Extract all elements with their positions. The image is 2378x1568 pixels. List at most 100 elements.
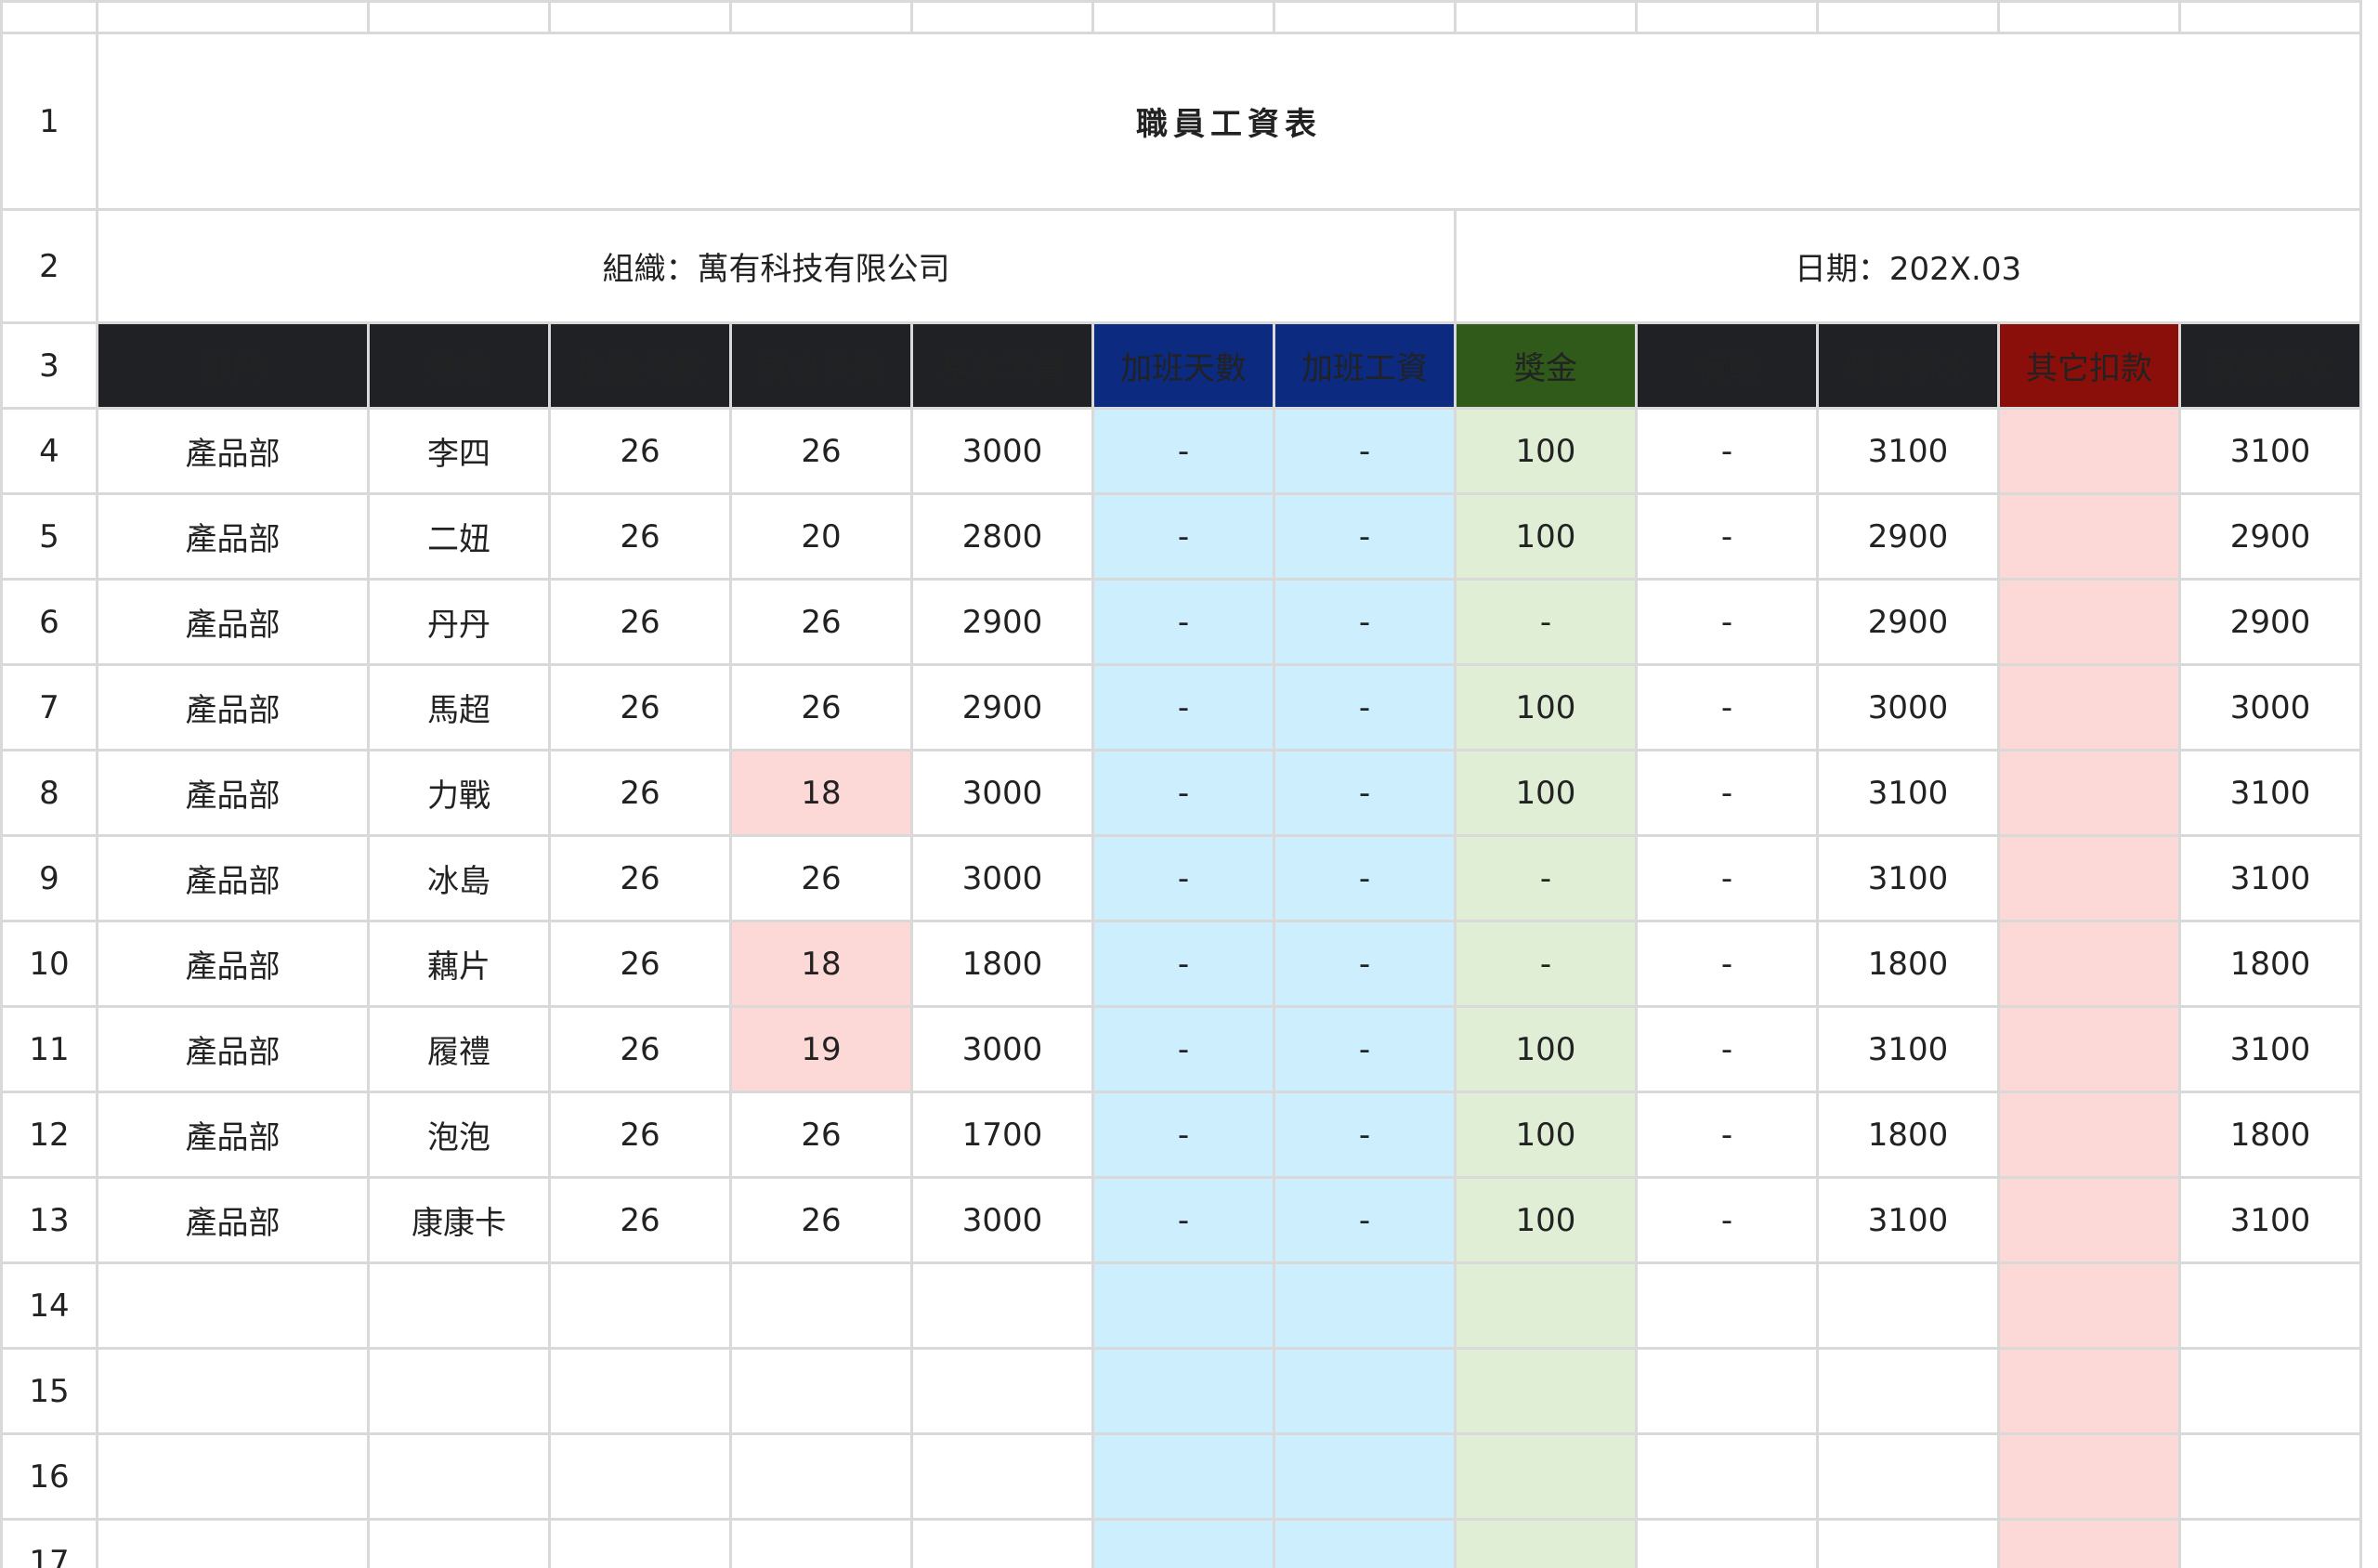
row-number[interactable]: 17 [0,1518,98,1568]
cell-department[interactable] [96,1347,370,1435]
cell-name[interactable]: 馬超 [367,663,551,751]
cell-bonus[interactable]: - [1454,920,1638,1008]
cell-overtime-days[interactable] [1091,1432,1275,1521]
cell-other-deductions[interactable] [1997,407,2181,495]
cell-attendance-days[interactable] [548,1347,732,1435]
cell-base-salary[interactable]: 2900 [910,578,1094,666]
cell-base-salary[interactable]: 1700 [910,1091,1094,1179]
column-header-cell[interactable] [2178,0,2362,34]
cell-overtime-pay[interactable] [1273,1347,1457,1435]
sheet-title[interactable]: 職員工資表 [96,32,2362,211]
row-number[interactable]: 12 [0,1091,98,1179]
header-subsidy[interactable]: 補貼 [1635,321,1819,410]
cell-other-deductions[interactable] [1997,1176,2181,1264]
cell-other-deductions[interactable] [1997,1005,2181,1093]
cell-actual-days[interactable]: 26 [729,407,913,495]
cell-gross-pay[interactable]: 3100 [1816,1005,2000,1093]
cell-department[interactable]: 產品部 [96,1005,370,1093]
cell-overtime-days[interactable] [1091,1347,1275,1435]
column-header-cell[interactable] [367,0,551,34]
cell-attendance-days[interactable] [548,1261,732,1350]
cell-net-pay[interactable]: 3100 [2178,407,2362,495]
cell-attendance-days[interactable]: 26 [548,1005,732,1093]
cell-subsidy[interactable] [1635,1518,1819,1568]
cell-subsidy[interactable]: - [1635,1091,1819,1179]
cell-overtime-pay[interactable]: - [1273,578,1457,666]
cell-name[interactable]: 冰島 [367,834,551,922]
cell-actual-days[interactable]: 19 [729,1005,913,1093]
cell-subsidy[interactable]: - [1635,492,1819,581]
cell-gross-pay[interactable] [1816,1347,2000,1435]
cell-subsidy[interactable]: - [1635,834,1819,922]
cell-name[interactable] [367,1347,551,1435]
cell-overtime-days[interactable]: - [1091,407,1275,495]
cell-net-pay[interactable]: 3100 [2178,834,2362,922]
cell-other-deductions[interactable] [1997,663,2181,751]
column-header-cell[interactable] [1454,0,1638,34]
row-number[interactable]: 7 [0,663,98,751]
cell-net-pay[interactable]: 3100 [2178,1005,2362,1093]
cell-overtime-pay[interactable]: - [1273,663,1457,751]
cell-net-pay[interactable] [2178,1432,2362,1521]
cell-overtime-days[interactable]: - [1091,920,1275,1008]
row-number[interactable]: 10 [0,920,98,1008]
cell-base-salary[interactable]: 3000 [910,1005,1094,1093]
cell-attendance-days[interactable]: 26 [548,663,732,751]
row-number[interactable]: 13 [0,1176,98,1264]
cell-net-pay[interactable]: 2900 [2178,578,2362,666]
cell-other-deductions[interactable] [1997,749,2181,837]
cell-net-pay[interactable] [2178,1261,2362,1350]
cell-name[interactable] [367,1261,551,1350]
cell-name[interactable]: 藕片 [367,920,551,1008]
cell-name[interactable]: 丹丹 [367,578,551,666]
cell-overtime-pay[interactable]: - [1273,920,1457,1008]
header-actual-days[interactable]: 實出天數 [729,321,913,410]
header-department[interactable]: 部門 [96,321,370,410]
cell-overtime-pay[interactable]: - [1273,1091,1457,1179]
cell-net-pay[interactable]: 3000 [2178,663,2362,751]
row-number[interactable]: 5 [0,492,98,581]
cell-name[interactable] [367,1518,551,1568]
cell-attendance-days[interactable]: 26 [548,407,732,495]
cell-overtime-days[interactable]: - [1091,578,1275,666]
cell-attendance-days[interactable] [548,1518,732,1568]
cell-bonus[interactable] [1454,1432,1638,1521]
column-header-cell[interactable] [1273,0,1457,34]
corner-cell[interactable] [0,0,98,34]
cell-base-salary[interactable] [910,1347,1094,1435]
row-number[interactable]: 9 [0,834,98,922]
cell-bonus[interactable] [1454,1261,1638,1350]
cell-attendance-days[interactable] [548,1432,732,1521]
header-overtime-pay[interactable]: 加班工資 [1273,321,1457,410]
cell-subsidy[interactable] [1635,1347,1819,1435]
cell-actual-days[interactable] [729,1518,913,1568]
cell-overtime-days[interactable]: - [1091,663,1275,751]
cell-base-salary[interactable]: 3000 [910,834,1094,922]
cell-department[interactable]: 產品部 [96,1176,370,1264]
cell-gross-pay[interactable]: 2900 [1816,578,2000,666]
cell-net-pay[interactable]: 3100 [2178,749,2362,837]
cell-other-deductions[interactable] [1997,492,2181,581]
cell-actual-days[interactable]: 20 [729,492,913,581]
cell-gross-pay[interactable]: 3100 [1816,834,2000,922]
row-number[interactable]: 3 [0,321,98,410]
cell-base-salary[interactable] [910,1432,1094,1521]
cell-actual-days[interactable] [729,1261,913,1350]
cell-overtime-pay[interactable]: - [1273,407,1457,495]
cell-attendance-days[interactable]: 26 [548,1091,732,1179]
cell-gross-pay[interactable] [1816,1261,2000,1350]
cell-attendance-days[interactable]: 26 [548,1176,732,1264]
cell-department[interactable]: 產品部 [96,1091,370,1179]
cell-other-deductions[interactable] [1997,1347,2181,1435]
row-number[interactable]: 16 [0,1432,98,1521]
cell-name[interactable] [367,1432,551,1521]
header-base-salary[interactable]: 基本工資 [910,321,1094,410]
cell-name[interactable]: 李四 [367,407,551,495]
cell-actual-days[interactable]: 26 [729,1176,913,1264]
cell-actual-days[interactable]: 26 [729,663,913,751]
cell-bonus[interactable]: - [1454,578,1638,666]
cell-bonus[interactable] [1454,1347,1638,1435]
cell-bonus[interactable]: 100 [1454,1176,1638,1264]
cell-net-pay[interactable]: 3100 [2178,1176,2362,1264]
cell-overtime-days[interactable]: - [1091,834,1275,922]
